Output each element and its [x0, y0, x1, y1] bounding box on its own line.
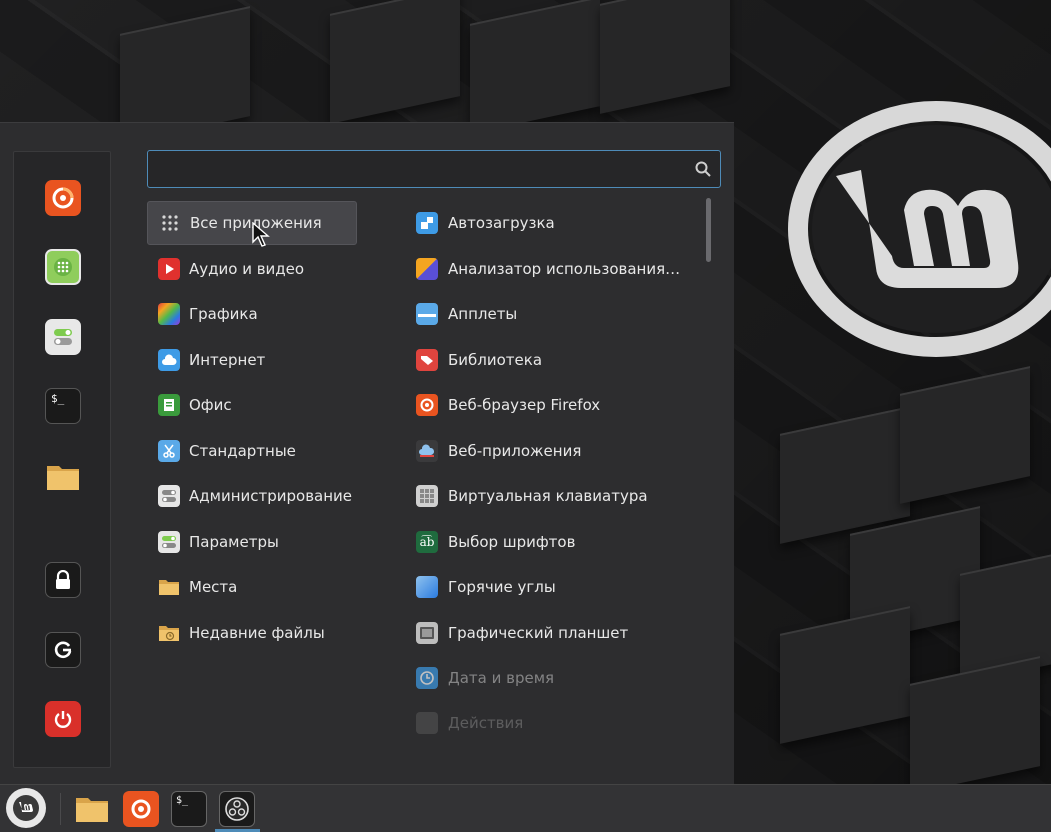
app-fonts[interactable]: a͡b Выбор шрифтов [405, 520, 695, 564]
app-firefox[interactable]: Веб-браузер Firefox [405, 383, 695, 427]
app-disk-usage[interactable]: Анализатор использования… [405, 247, 695, 291]
terminal-icon[interactable]: $_ [45, 388, 81, 424]
app-library[interactable]: Библиотека [405, 338, 695, 382]
tablet-icon [416, 622, 438, 644]
category-label: Интернет [189, 351, 266, 369]
disk-usage-icon [416, 258, 438, 280]
fonts-icon: a͡b [416, 531, 438, 553]
category-label: Недавние файлы [189, 624, 325, 642]
category-places[interactable]: Места [147, 565, 357, 609]
clock-icon [416, 667, 438, 689]
app-label: Графический планшет [448, 624, 629, 642]
graphics-icon [158, 303, 180, 325]
mint-logo-icon [788, 101, 1051, 357]
grid-icon [159, 212, 181, 234]
obs-icon[interactable] [219, 791, 255, 827]
category-graphics[interactable]: Графика [147, 292, 357, 336]
startup-icon [416, 212, 438, 234]
mouse-cursor-icon [252, 222, 270, 247]
app-webapps[interactable]: Веб-приложения [405, 429, 695, 473]
category-label: Стандартные [189, 442, 296, 460]
category-label: Администрирование [189, 487, 353, 505]
toggle-icon [158, 531, 180, 553]
category-label: Офис [189, 396, 232, 414]
webapps-icon [416, 440, 438, 462]
search-icon[interactable] [694, 160, 712, 178]
hot-corners-icon [416, 576, 438, 598]
office-icon [158, 394, 180, 416]
app-label: Библиотека [448, 351, 543, 369]
app-label: Горячие углы [448, 578, 556, 596]
category-audio-video[interactable]: Аудио и видео [147, 247, 357, 291]
app-date-time[interactable]: Дата и время [405, 656, 695, 700]
files-icon[interactable] [45, 458, 81, 494]
files-icon[interactable] [74, 791, 110, 827]
category-label: Аудио и видео [189, 260, 305, 278]
scissors-icon [158, 440, 180, 462]
category-label: Параметры [189, 533, 279, 551]
application-menu: $_ Все приложения Аудио и видео Графика [0, 122, 734, 784]
taskbar-separator [60, 793, 61, 825]
power-icon[interactable] [45, 701, 81, 737]
taskbar: $_ [0, 784, 1051, 832]
app-label: Апплеты [448, 305, 518, 323]
settings-icon[interactable] [45, 319, 81, 355]
category-office[interactable]: Офис [147, 383, 357, 427]
category-preferences[interactable]: Параметры [147, 520, 357, 564]
app-label: Виртуальная клавиатура [448, 487, 648, 505]
mint-logo-icon [13, 795, 39, 821]
app-virtual-keyboard[interactable]: Виртуальная клавиатура [405, 474, 695, 518]
favorites-panel: $_ [13, 151, 111, 768]
recent-folder-icon [158, 622, 180, 644]
cloud-icon [158, 349, 180, 371]
app-label: Анализатор использования… [448, 260, 681, 278]
actions-icon [416, 712, 438, 734]
app-label: Веб-браузер Firefox [448, 396, 601, 414]
app-hot-corners[interactable]: Горячие углы [405, 565, 695, 609]
folder-icon [158, 576, 180, 598]
category-administration[interactable]: Администрирование [147, 474, 357, 518]
app-applets[interactable]: Апплеты [405, 292, 695, 336]
menu-button[interactable] [6, 788, 46, 828]
firefox-icon [416, 394, 438, 416]
applets-icon [416, 303, 438, 325]
toggle-icon [158, 485, 180, 507]
media-play-icon [158, 258, 180, 280]
app-label: Действия [448, 714, 524, 732]
category-accessories[interactable]: Стандартные [147, 429, 357, 473]
library-icon [416, 349, 438, 371]
logout-icon[interactable] [45, 632, 81, 668]
category-internet[interactable]: Интернет [147, 338, 357, 382]
category-recent-files[interactable]: Недавние файлы [147, 611, 357, 655]
scrollbar[interactable] [706, 198, 711, 262]
app-label: Веб-приложения [448, 442, 582, 460]
search-input[interactable] [148, 151, 720, 187]
category-label: Графика [189, 305, 258, 323]
keyboard-icon [416, 485, 438, 507]
terminal-icon[interactable]: $_ [171, 791, 207, 827]
app-label: Автозагрузка [448, 214, 555, 232]
software-manager-icon[interactable] [45, 249, 81, 285]
search-field[interactable] [147, 150, 721, 188]
category-label: Места [189, 578, 238, 596]
app-startup[interactable]: Автозагрузка [405, 201, 695, 245]
app-graphics-tablet[interactable]: Графический планшет [405, 611, 695, 655]
lock-icon[interactable] [45, 562, 81, 598]
firefox-icon[interactable] [123, 791, 159, 827]
app-label: Выбор шрифтов [448, 533, 576, 551]
app-label: Дата и время [448, 669, 555, 687]
app-actions[interactable]: Действия [405, 701, 695, 745]
firefox-icon[interactable] [45, 180, 81, 216]
